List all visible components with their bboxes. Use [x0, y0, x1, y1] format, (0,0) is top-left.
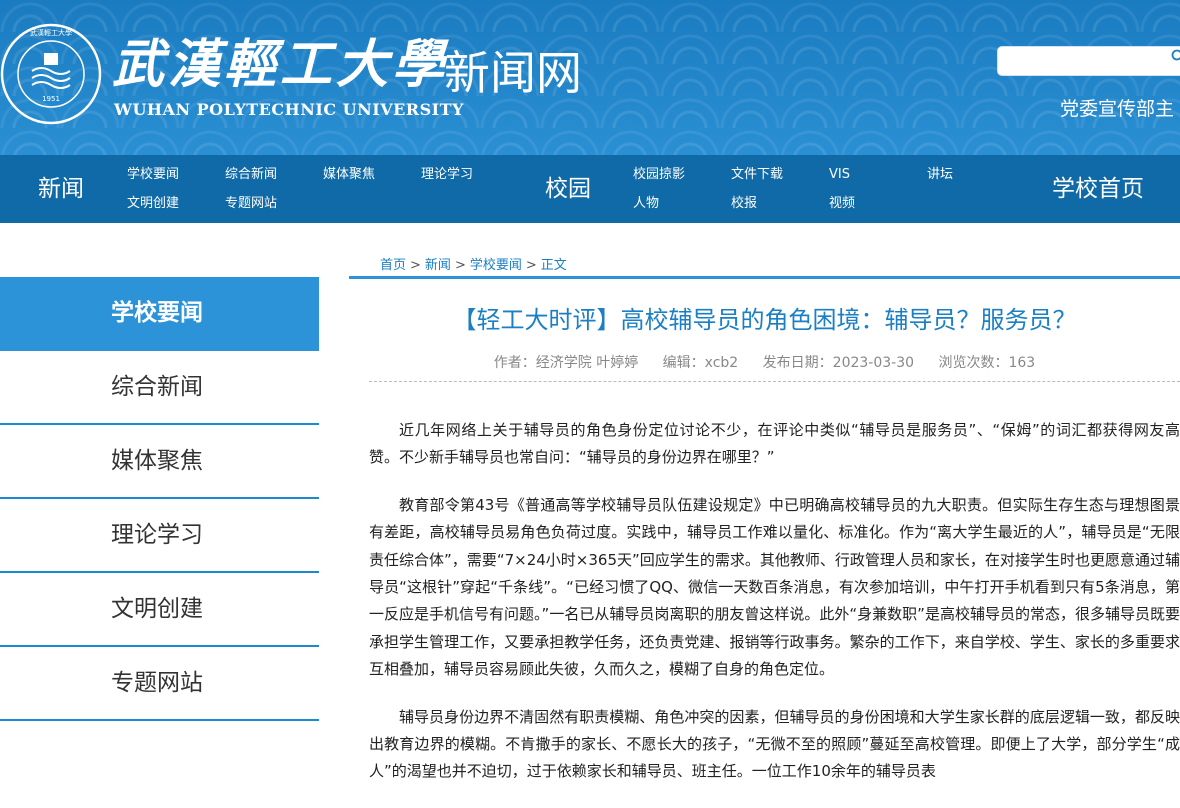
sidebar-item-label: 专题网站 [111, 670, 203, 696]
sidebar-item-special-sites[interactable]: 专题网站 [0, 647, 319, 721]
sidebar: 学校要闻 综合新闻 媒体聚焦 理论学习 文明创建 专题网站 [0, 277, 319, 721]
nav-link-downloads[interactable]: 文件下载 [731, 166, 783, 184]
sidebar-item-label: 文明创建 [111, 596, 203, 622]
nav-campus[interactable]: 校园 [545, 155, 591, 223]
article-paragraph: 辅导员身份边界不清固然有职责模糊、角色冲突的因素，但辅导员的身份困境和大学生家长… [369, 707, 1180, 781]
breadcrumb-school-news[interactable]: 学校要闻 [470, 258, 522, 273]
logo-chinese-name[interactable]: 武漢輕工大學 [112, 30, 448, 100]
sidebar-item-label: 学校要闻 [111, 300, 203, 326]
nav-link-theory-study[interactable]: 理论学习 [421, 166, 473, 184]
nav-link-school-news[interactable]: 学校要闻 [127, 166, 179, 184]
breadcrumb: 首页 > 新闻 > 学校要闻 > 正文 [380, 254, 567, 273]
logo-english-name: WUHAN POLYTECHNIC UNIVERSITY [114, 100, 464, 119]
article-body: 近几年网络上关于辅导员的角色身份定位讨论不少，在评论中类似“辅导员是服务员”、“… [369, 417, 1180, 806]
sidebar-item-label: 媒体聚焦 [111, 448, 203, 474]
sidebar-item-media-focus[interactable]: 媒体聚焦 [0, 425, 319, 499]
breadcrumb-home[interactable]: 首页 [380, 258, 406, 273]
nav-link-people[interactable]: 人物 [633, 195, 659, 213]
sidebar-item-theory-study[interactable]: 理论学习 [0, 499, 319, 573]
breadcrumb-divider [349, 276, 1180, 279]
breadcrumb-separator: > [525, 258, 537, 273]
nav-link-general-news[interactable]: 综合新闻 [225, 166, 277, 184]
breadcrumb-separator: > [410, 258, 421, 273]
article-author: 作者：经济学院 叶婷婷 [493, 355, 639, 371]
breadcrumb-current[interactable]: 正文 [541, 258, 567, 273]
article-meta: 作者：经济学院 叶婷婷 编辑：xcb2 发布日期：2023-03-30 浏览次数… [349, 352, 1180, 372]
nav-link-civilization[interactable]: 文明创建 [127, 195, 179, 213]
nav-link-vis[interactable]: VIS [829, 166, 850, 184]
sidebar-item-label: 理论学习 [111, 522, 203, 548]
sidebar-item-label: 综合新闻 [111, 374, 203, 400]
logo-site-name[interactable]: 新闻网 [444, 42, 582, 104]
meta-divider [369, 381, 1180, 382]
university-emblem-icon[interactable]: 1951 武漢輕工大學 [0, 23, 102, 125]
sidebar-item-school-news[interactable]: 学校要闻 [0, 277, 319, 351]
article-paragraph: 教育部令第43号《普通高等学校辅导员队伍建设规定》中已明确高校辅导员的九大职责。… [369, 495, 1180, 679]
search-icon[interactable] [1171, 49, 1180, 63]
article-paragraph: 近几年网络上关于辅导员的角色身份定位讨论不少，在评论中类似“辅导员是服务员”、“… [369, 421, 1180, 467]
department-name: 党委宣传部主 [1060, 98, 1175, 120]
article-views: 浏览次数：163 [938, 355, 1036, 371]
nav-school-home[interactable]: 学校首页 [1052, 155, 1144, 223]
main-nav: 新闻 学校要闻 综合新闻 媒体聚焦 理论学习 文明创建 专题网站 校园 校园掠影… [0, 155, 1180, 223]
breadcrumb-separator: > [454, 258, 466, 273]
nav-link-lecture[interactable]: 讲坛 [927, 166, 953, 184]
nav-link-newspaper[interactable]: 校报 [731, 195, 757, 213]
nav-link-video[interactable]: 视频 [829, 195, 855, 213]
site-header: 1951 武漢輕工大學 武漢輕工大學 新闻网 WUHAN POLYTECHNIC… [0, 0, 1180, 155]
sidebar-item-civilization[interactable]: 文明创建 [0, 573, 319, 647]
article-date: 发布日期：2023-03-30 [762, 355, 915, 371]
search-input[interactable] [997, 46, 1180, 76]
nav-link-campus-photos[interactable]: 校园掠影 [633, 166, 685, 184]
nav-link-special-sites[interactable]: 专题网站 [225, 195, 277, 213]
breadcrumb-news[interactable]: 新闻 [425, 258, 451, 273]
svg-text:1951: 1951 [42, 95, 60, 103]
article-title: 【轻工大时评】高校辅导员的角色困境：辅导员？服务员？ [452, 306, 1077, 334]
nav-news[interactable]: 新闻 [38, 155, 84, 223]
nav-link-media-focus[interactable]: 媒体聚焦 [323, 166, 375, 184]
article-editor: 编辑：xcb2 [662, 355, 739, 371]
sidebar-item-general-news[interactable]: 综合新闻 [0, 351, 319, 425]
svg-text:武漢輕工大學: 武漢輕工大學 [30, 28, 72, 37]
